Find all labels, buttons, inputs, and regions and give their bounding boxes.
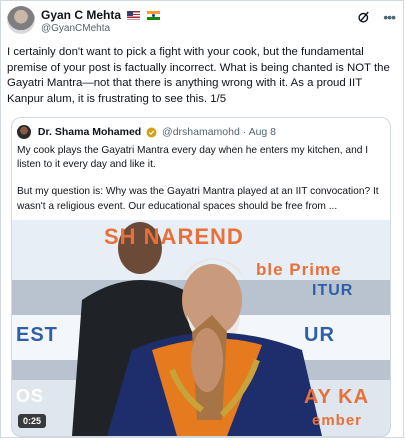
- tweet-header: Gyan C Mehta @GyanCMehta •••: [7, 4, 401, 38]
- tweet-card: Gyan C Mehta @GyanCMehta ••• I certainly…: [0, 0, 404, 438]
- quoted-author-handle: @drshamamohd: [162, 126, 240, 138]
- more-options-icon[interactable]: •••: [383, 9, 396, 25]
- quoted-tweet-date: · Aug 8: [242, 126, 277, 138]
- banner-bottom-text: ember: [312, 412, 363, 429]
- author-name[interactable]: Gyan C Mehta: [41, 8, 121, 22]
- us-flag-icon: [127, 11, 141, 21]
- banner-bottom-left-text: OS: [16, 386, 45, 406]
- quoted-paragraph-1: My cook plays the Gayatri Mantra every d…: [17, 145, 369, 171]
- grok-icon[interactable]: [357, 10, 371, 24]
- banner-right-text-2: ITUR: [312, 282, 354, 299]
- banner-bottom-right-text: AY KA: [304, 386, 370, 408]
- author-name-line[interactable]: Gyan C Mehta: [41, 8, 160, 22]
- banner-right-text: UR: [304, 324, 335, 346]
- video-player[interactable]: SH NAREND ble Prime EST UR ITUR OS AY KA…: [12, 220, 390, 436]
- author-handle[interactable]: @GyanCMehta: [41, 23, 110, 34]
- quoted-paragraph-2: But my question is: Why was the Gayatri …: [17, 186, 379, 212]
- verified-badge-icon: [146, 127, 157, 137]
- tweet-text: I certainly don't want to pick a fight w…: [7, 46, 390, 105]
- quoted-author-name: Dr. Shama Mohamed: [37, 126, 142, 138]
- india-flag-icon: [146, 11, 160, 21]
- quoted-tweet-header: Dr. Shama Mohamed @drshamamohd · Aug 8: [17, 125, 276, 139]
- author-avatar[interactable]: [7, 6, 35, 34]
- video-duration-badge: 0:25: [18, 414, 47, 428]
- banner-left-text: EST: [16, 324, 58, 346]
- quoted-author-avatar: [17, 125, 31, 139]
- quoted-tweet[interactable]: Dr. Shama Mohamed @drshamamohd · Aug 8 M…: [11, 117, 391, 437]
- banner-mid-text: ble Prime: [256, 260, 342, 279]
- banner-top-text: SH NAREND: [104, 224, 244, 249]
- quoted-tweet-text: My cook plays the Gayatri Mantra every d…: [17, 144, 383, 227]
